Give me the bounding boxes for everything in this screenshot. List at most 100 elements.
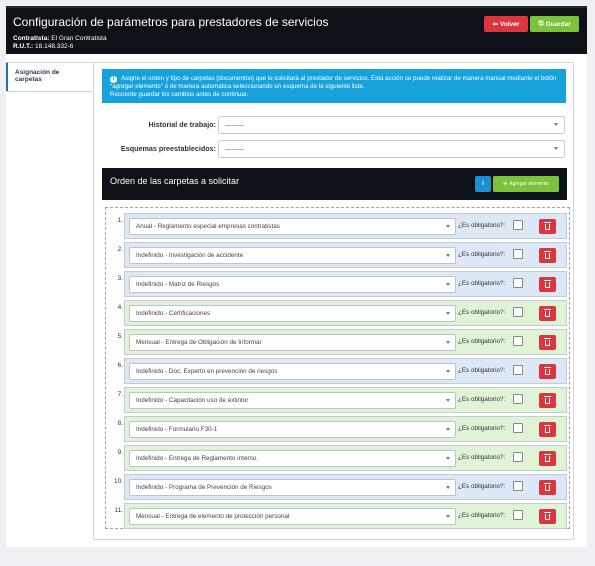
obligatorio-checkbox[interactable] <box>513 365 523 375</box>
orden-title: Orden de las carpetas a solicitar <box>110 176 240 186</box>
obligatorio-label: ¿Es obligatorio?: <box>458 251 506 258</box>
trash-icon <box>544 221 551 230</box>
obligatorio-checkbox[interactable] <box>513 307 523 317</box>
delete-button[interactable] <box>539 422 556 437</box>
chevron-down-icon <box>446 428 450 431</box>
trash-icon <box>544 279 551 288</box>
historial-value: --------- <box>225 121 245 129</box>
item-folder-value: Mensual - Entrega de Obligación de Infor… <box>136 339 262 346</box>
add-element-button[interactable]: + Agregar elemento <box>493 176 559 192</box>
item-row: Mensual - Entrega de elemento de protecc… <box>124 503 567 529</box>
contratista-value: El Gran Contratista <box>51 35 107 42</box>
chevron-down-icon <box>446 399 450 402</box>
obligatorio-checkbox[interactable] <box>513 336 523 346</box>
info-reminder: Recuerde guardar los cambios antes de co… <box>110 90 249 98</box>
obligatorio-label: ¿Es obligatorio?: <box>458 280 506 287</box>
list-item: 2. Indefinido - Investigación de accident… <box>106 241 569 270</box>
item-folder-select[interactable]: Indefinido - Capacitación uso de extinto… <box>129 392 456 409</box>
info-text: Asigne el orden y tipo de carpetas (docu… <box>110 75 557 90</box>
delete-button[interactable] <box>539 393 556 408</box>
delete-button[interactable] <box>539 306 556 321</box>
obligatorio-checkbox[interactable] <box>513 249 523 259</box>
chevron-down-icon <box>446 486 450 489</box>
item-folder-select[interactable]: Indefinido - Investigación de accidente <box>129 247 456 264</box>
list-item: 6. Indefinido - Doc. Experto en prevenció… <box>106 357 569 386</box>
list-item: 10. Indefinido - Programa de Prevención d… <box>106 473 569 502</box>
obligatorio-label: ¿Es obligatorio?: <box>458 338 506 345</box>
list-item: 3. Indefinido - Matriz de Riesgos ¿Es obli… <box>106 270 569 299</box>
chevron-down-icon <box>446 370 450 373</box>
obligatorio-checkbox[interactable] <box>513 510 523 520</box>
info-button[interactable]: i <box>475 176 491 192</box>
delete-button[interactable] <box>539 451 556 466</box>
item-folder-value: Indefinido - Doc. Experto en prevención … <box>136 368 278 375</box>
esquemas-label: Esquemas preestablecidos: <box>120 144 216 153</box>
item-row: Indefinido - Investigación de accidente ¿… <box>124 242 567 268</box>
item-row: Indefinido - Entrega de Reglamento inter… <box>124 445 567 471</box>
list-item: 11. Mensual - Entrega de elemento de prot… <box>106 502 569 531</box>
trash-icon <box>544 424 551 433</box>
item-folder-select[interactable]: Indefinido - Formulario F30-1 <box>129 421 456 438</box>
item-folder-value: Indefinido - Capacitación uso de extinto… <box>136 397 249 404</box>
obligatorio-label: ¿Es obligatorio?: <box>458 396 506 403</box>
info-icon: i <box>482 181 484 187</box>
obligatorio-checkbox[interactable] <box>513 394 523 404</box>
contratista-label: Contratista: <box>13 35 50 42</box>
save-button[interactable]: 🖫 Guardar <box>530 16 579 32</box>
main-panel: Asignación de carpetas i Asigne el orden … <box>6 54 587 547</box>
item-folder-select[interactable]: Indefinido - Doc. Experto en prevención … <box>129 363 456 380</box>
tab-asignacion-carpetas[interactable]: Asignación de carpetas <box>6 62 93 92</box>
obligatorio-label: ¿Es obligatorio?: <box>458 425 506 432</box>
item-folder-value: Indefinido - Programa de Prevención de R… <box>136 484 272 491</box>
item-folder-select[interactable]: Anual - Reglamento especial empresas con… <box>129 218 456 235</box>
chevron-down-icon <box>554 147 558 150</box>
item-row: Indefinido - Certificaciones ¿Es obligato… <box>124 300 567 326</box>
item-number: 9. <box>117 449 123 456</box>
item-folder-select[interactable]: Indefinido - Programa de Prevención de R… <box>129 479 456 496</box>
delete-button[interactable] <box>539 219 556 234</box>
obligatorio-checkbox[interactable] <box>513 220 523 230</box>
item-number: 4. <box>117 304 123 311</box>
obligatorio-checkbox[interactable] <box>513 452 523 462</box>
item-folder-select[interactable]: Indefinido - Certificaciones <box>129 305 456 322</box>
obligatorio-checkbox[interactable] <box>513 278 523 288</box>
floppy-disk-icon: 🖫 <box>538 19 544 27</box>
item-folder-select[interactable]: Indefinido - Matriz de Riesgos <box>129 276 456 293</box>
trash-icon <box>544 308 551 317</box>
obligatorio-label: ¿Es obligatorio?: <box>458 483 506 490</box>
item-row: Anual - Reglamento especial empresas con… <box>124 213 567 239</box>
delete-button[interactable] <box>539 480 556 495</box>
esquemas-value: --------- <box>225 145 245 153</box>
obligatorio-label: ¿Es obligatorio?: <box>458 222 506 229</box>
info-alert: i Asigne el orden y tipo de carpetas (doc… <box>102 69 566 103</box>
historial-select[interactable]: --------- <box>218 116 565 134</box>
page-title: Configuración de parámetros para prestad… <box>13 15 329 29</box>
tab-label: Asignación de carpetas <box>15 69 60 83</box>
chevron-down-icon <box>446 457 450 460</box>
item-folder-select[interactable]: Indefinido - Entrega de Reglamento inter… <box>129 450 456 467</box>
delete-button[interactable] <box>539 277 556 292</box>
item-number: 7. <box>117 391 123 398</box>
item-folder-value: Mensual - Entrega de elemento de protecc… <box>136 513 290 520</box>
item-folder-select[interactable]: Mensual - Entrega de Obligación de Infor… <box>129 334 456 351</box>
obligatorio-checkbox[interactable] <box>513 481 523 491</box>
chevron-down-icon <box>446 283 450 286</box>
delete-button[interactable] <box>539 248 556 263</box>
item-row: Indefinido - Programa de Prevención de R… <box>124 474 567 500</box>
item-number: 8. <box>117 420 123 427</box>
esquemas-select[interactable]: --------- <box>218 140 565 158</box>
add-element-label: Agregar elemento <box>509 181 549 187</box>
delete-button[interactable] <box>539 335 556 350</box>
back-button-label: Volver <box>500 20 520 28</box>
carpetas-list: 1. Anual - Reglamento especial empresas c… <box>105 207 570 529</box>
trash-icon <box>544 395 551 404</box>
back-button[interactable]: ⇦ Volver <box>484 16 528 32</box>
obligatorio-checkbox[interactable] <box>513 423 523 433</box>
obligatorio-label: ¿Es obligatorio?: <box>458 367 506 374</box>
item-folder-select[interactable]: Mensual - Entrega de elemento de protecc… <box>129 508 456 525</box>
obligatorio-label: ¿Es obligatorio?: <box>458 309 506 316</box>
delete-button[interactable] <box>539 364 556 379</box>
delete-button[interactable] <box>539 509 556 524</box>
content-area: i Asigne el orden y tipo de carpetas (doc… <box>93 62 574 540</box>
trash-icon <box>544 250 551 259</box>
